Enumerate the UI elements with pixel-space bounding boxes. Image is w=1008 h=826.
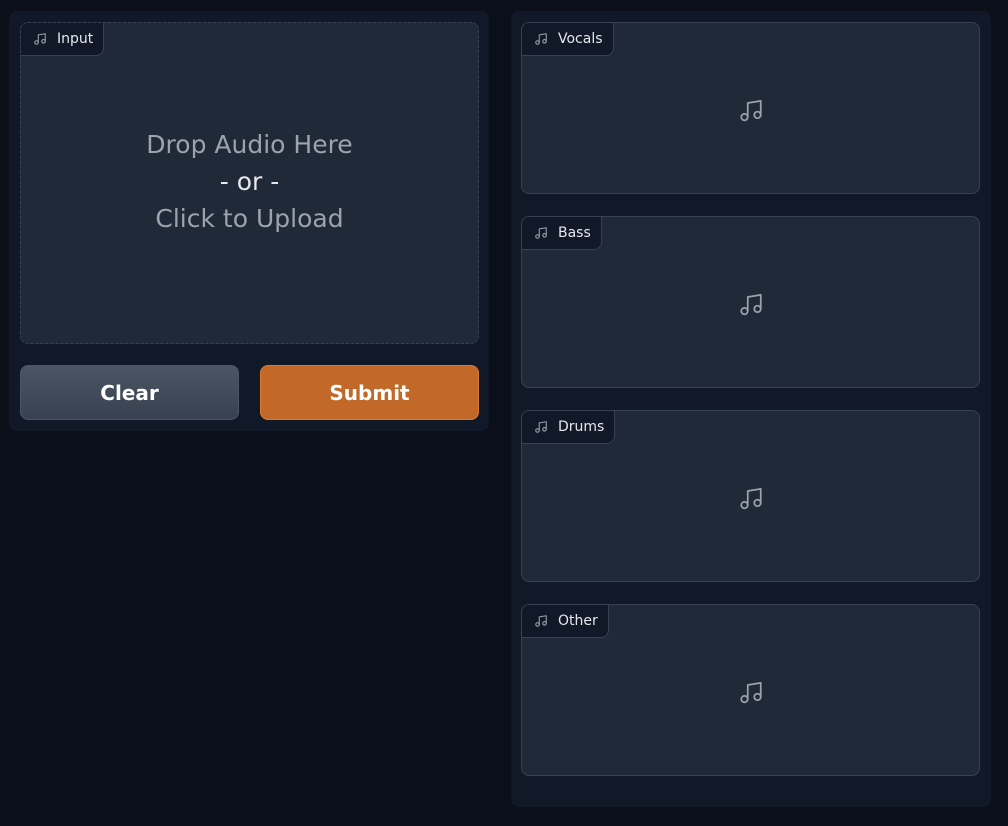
other-label-tab: Other: [522, 605, 609, 638]
audio-upload-dropzone[interactable]: Input Drop Audio Here - or - Click to Up…: [20, 22, 479, 344]
bass-label: Bass: [558, 225, 591, 241]
music-note-icon: [534, 614, 548, 628]
click-to-upload-text: Click to Upload: [155, 204, 344, 233]
other-output[interactable]: Other: [521, 604, 980, 776]
bass-label-tab: Bass: [522, 217, 602, 250]
clear-button[interactable]: Clear: [20, 365, 239, 420]
input-panel: Input Drop Audio Here - or - Click to Up…: [9, 11, 489, 431]
bass-output[interactable]: Bass: [521, 216, 980, 388]
vocals-output[interactable]: Vocals: [521, 22, 980, 194]
music-note-icon: [534, 420, 548, 434]
vocals-label-tab: Vocals: [522, 23, 614, 56]
submit-button[interactable]: Submit: [260, 365, 479, 420]
input-label-tab: Input: [21, 23, 105, 56]
music-note-icon: [534, 226, 548, 240]
output-panel: Vocals Bass Drums Other: [511, 11, 991, 807]
drums-label-tab: Drums: [522, 411, 616, 444]
drums-output[interactable]: Drums: [521, 410, 980, 582]
drums-label: Drums: [558, 419, 605, 435]
music-note-icon: [738, 292, 764, 318]
music-note-icon: [33, 32, 47, 46]
input-label: Input: [57, 31, 94, 47]
music-note-icon: [738, 98, 764, 124]
drop-audio-text: Drop Audio Here: [146, 130, 353, 159]
other-label: Other: [558, 613, 598, 629]
vocals-label: Vocals: [558, 31, 603, 47]
upload-instructions: Drop Audio Here - or - Click to Upload: [21, 126, 478, 237]
music-note-icon: [738, 680, 764, 706]
music-note-icon: [738, 486, 764, 512]
music-note-icon: [534, 32, 548, 46]
or-separator-text: - or -: [219, 167, 280, 196]
